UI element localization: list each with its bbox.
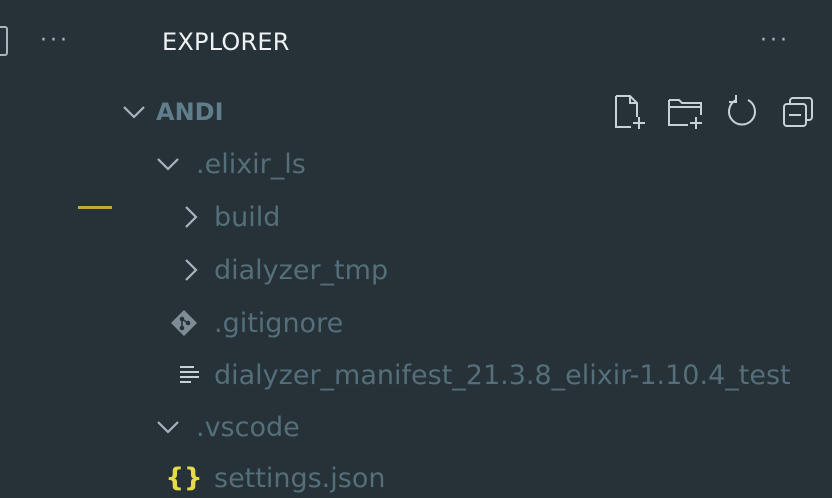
- new-file-icon: [615, 95, 645, 129]
- panel-icon[interactable]: [0, 26, 8, 56]
- explorer-toolbar: [610, 92, 818, 132]
- collapse-all-button[interactable]: [778, 92, 818, 132]
- activity-more-actions-icon[interactable]: ···: [40, 30, 70, 52]
- tree-item-label: .gitignore: [214, 307, 344, 339]
- chevron-right-icon: [176, 203, 204, 231]
- chevron-down-icon: [154, 413, 182, 441]
- collapse-all-icon: [783, 97, 813, 127]
- tree-item-label: dialyzer_manifest_21.3.8_elixir-1.10.4_t…: [214, 359, 791, 391]
- tree-item-file[interactable]: .gitignore: [170, 303, 343, 343]
- tree-item-label: build: [214, 201, 281, 233]
- git-icon: [170, 309, 198, 337]
- workspace-root-row[interactable]: ANDI: [120, 92, 224, 132]
- explorer-more-actions-icon[interactable]: ···: [760, 30, 790, 52]
- refresh-icon: [728, 95, 756, 126]
- tree-item-file[interactable]: dialyzer_manifest_21.3.8_elixir-1.10.4_t…: [176, 355, 791, 395]
- tree-item-label: dialyzer_tmp: [214, 254, 389, 286]
- new-file-button[interactable]: [610, 92, 650, 132]
- tree-item-folder[interactable]: build: [176, 197, 280, 237]
- chevron-down-icon: [120, 98, 148, 126]
- modified-indicator: [78, 206, 112, 209]
- tree-item-file[interactable]: {} settings.json: [165, 458, 386, 498]
- refresh-button[interactable]: [722, 92, 762, 132]
- tree-item-folder[interactable]: .elixir_ls: [154, 144, 306, 184]
- json-braces-icon: {}: [165, 463, 203, 493]
- chevron-right-icon: [176, 256, 204, 284]
- tree-item-folder[interactable]: dialyzer_tmp: [176, 250, 388, 290]
- explorer-title: EXPLORER: [162, 28, 290, 56]
- activity-bar: ···: [0, 0, 118, 484]
- tree-item-folder[interactable]: .vscode: [154, 407, 300, 447]
- new-folder-icon: [668, 99, 702, 129]
- new-folder-button[interactable]: [666, 92, 706, 132]
- tree-item-label: settings.json: [214, 462, 386, 494]
- text-file-icon: [176, 361, 204, 389]
- tree-item-label: .elixir_ls: [196, 148, 306, 180]
- chevron-down-icon: [154, 150, 182, 178]
- workspace-root-label: ANDI: [156, 98, 224, 126]
- tree-item-label: .vscode: [196, 411, 300, 443]
